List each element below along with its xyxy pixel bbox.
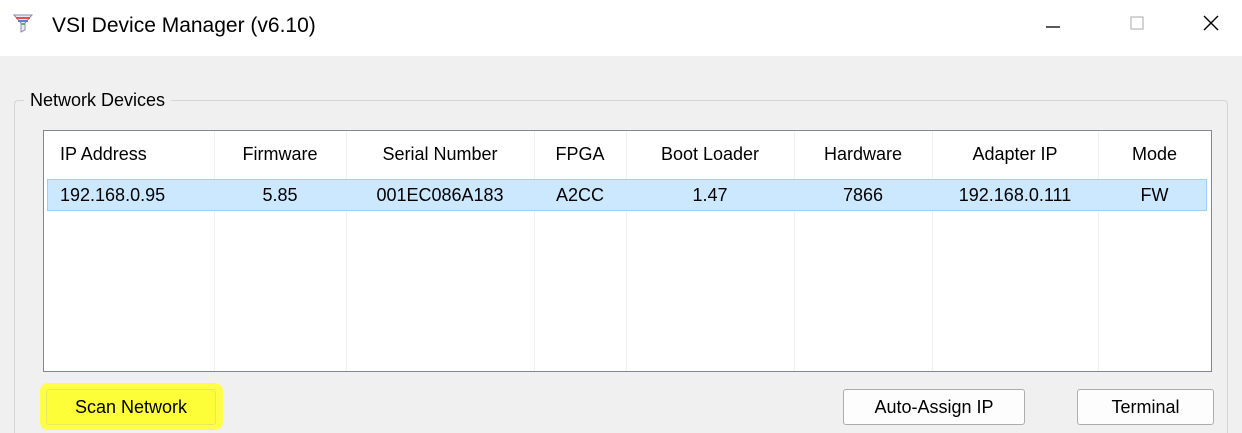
funnel-app-icon — [12, 12, 34, 34]
column-header-boot-loader[interactable]: Boot Loader — [626, 131, 794, 177]
cell-mode: FW — [1140, 185, 1169, 205]
close-button[interactable] — [1180, 0, 1242, 50]
column-header-ip-address[interactable]: IP Address — [44, 131, 214, 177]
column-header-serial-number[interactable]: Serial Number — [346, 131, 534, 177]
column-header-firmware[interactable]: Firmware — [214, 131, 346, 177]
column-header-mode[interactable]: Mode — [1098, 131, 1211, 177]
cell-adapter-ip: 192.168.0.111 — [958, 185, 1072, 205]
device-list[interactable]: IP Address Firmware Serial Number FPGA B… — [43, 130, 1212, 372]
close-icon — [1200, 12, 1222, 39]
column-header-adapter-ip[interactable]: Adapter IP — [932, 131, 1098, 177]
cell-boot-loader: 1.47 — [692, 185, 728, 205]
scan-network-button[interactable]: Scan Network — [46, 389, 216, 425]
minimize-icon — [1043, 13, 1063, 38]
auto-assign-ip-button[interactable]: Auto-Assign IP — [843, 389, 1025, 425]
cell-firmware: 5.85 — [262, 185, 298, 205]
column-header-hardware[interactable]: Hardware — [794, 131, 932, 177]
maximize-button[interactable] — [1106, 0, 1168, 50]
list-header: IP Address Firmware Serial Number FPGA B… — [44, 131, 1211, 177]
device-manager-window: VSI Device Manager (v6.10) Network Devic… — [0, 0, 1242, 433]
cell-serial-number: 001EC086A183 — [376, 185, 504, 205]
maximize-icon — [1127, 13, 1147, 38]
title-bar[interactable]: VSI Device Manager (v6.10) — [0, 0, 1242, 56]
minimize-button[interactable] — [1022, 0, 1084, 50]
terminal-button[interactable]: Terminal — [1077, 389, 1214, 425]
window-title: VSI Device Manager (v6.10) — [52, 14, 316, 37]
cell-hardware: 7866 — [842, 185, 884, 205]
cell-ip-address: 192.168.0.95 — [60, 185, 166, 205]
group-label: Network Devices — [24, 88, 172, 112]
cell-fpga: A2CC — [555, 185, 604, 205]
column-header-fpga[interactable]: FPGA — [534, 131, 626, 177]
